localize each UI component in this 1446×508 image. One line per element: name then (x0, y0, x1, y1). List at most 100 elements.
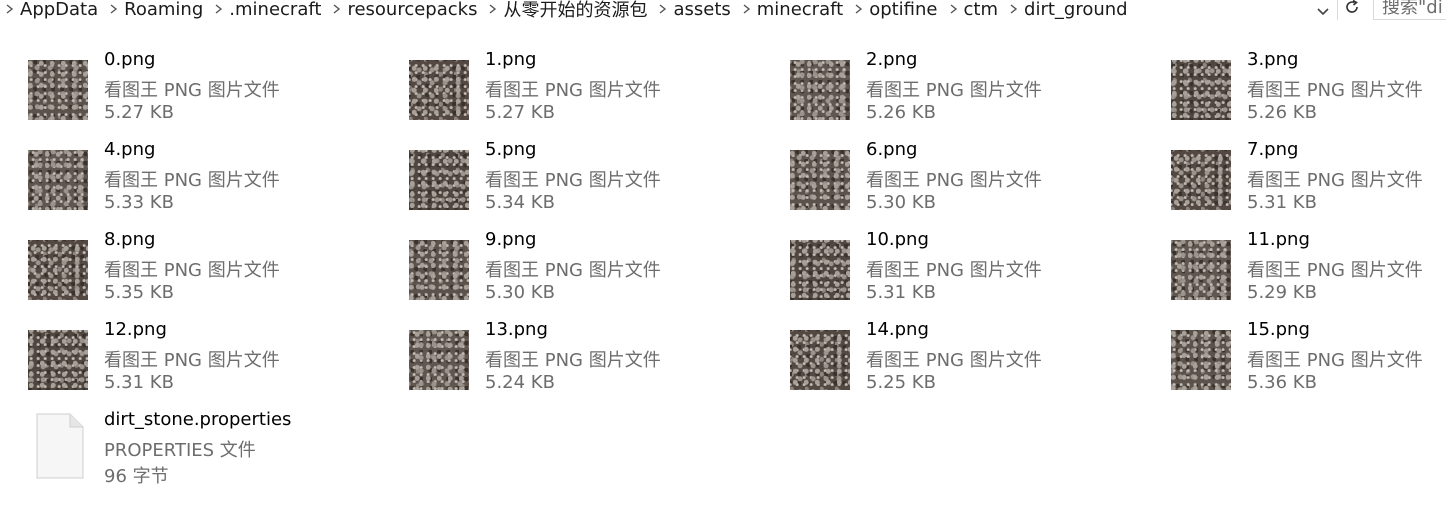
file-item[interactable]: 11.png 看图王 PNG 图片文件 5.29 KB (1143, 229, 1443, 315)
file-size: 5.26 KB (866, 102, 936, 123)
chevron-right-icon[interactable] (737, 4, 757, 14)
file-name: dirt_stone.properties (104, 409, 292, 430)
breadcrumb-item-roaming[interactable]: Roaming (124, 0, 209, 20)
file-size: 5.36 KB (1247, 372, 1317, 393)
image-thumbnail (28, 60, 88, 120)
image-thumbnail (1171, 330, 1231, 390)
file-type: 看图王 PNG 图片文件 (866, 260, 1042, 281)
chevron-right-icon[interactable] (653, 4, 673, 14)
chevron-down-icon (1317, 1, 1329, 20)
file-item[interactable]: 3.png 看图王 PNG 图片文件 5.26 KB (1143, 49, 1443, 135)
file-name: 2.png (866, 49, 918, 70)
file-item[interactable]: 15.png 看图王 PNG 图片文件 5.36 KB (1143, 319, 1443, 405)
file-item[interactable]: 1.png 看图王 PNG 图片文件 5.27 KB (381, 49, 741, 135)
breadcrumb-item-minecraft-dir[interactable]: .minecraft (229, 0, 327, 20)
file-size: 5.33 KB (104, 192, 174, 213)
file-size: 5.24 KB (485, 372, 555, 393)
file-item[interactable]: 13.png 看图王 PNG 图片文件 5.24 KB (381, 319, 741, 405)
file-size: 5.26 KB (1247, 102, 1317, 123)
file-type: 看图王 PNG 图片文件 (1247, 170, 1423, 191)
image-thumbnail (790, 60, 850, 120)
file-size: 5.27 KB (104, 102, 174, 123)
file-name: 14.png (866, 319, 929, 340)
file-type: 看图王 PNG 图片文件 (485, 260, 661, 281)
file-item[interactable]: 9.png 看图王 PNG 图片文件 5.30 KB (381, 229, 741, 315)
image-thumbnail (28, 330, 88, 390)
chevron-right-icon[interactable] (483, 4, 503, 14)
file-type: 看图王 PNG 图片文件 (104, 80, 280, 101)
file-name: 10.png (866, 229, 929, 250)
file-size: 5.34 KB (485, 192, 555, 213)
breadcrumb-item-assets[interactable]: assets (673, 0, 736, 20)
file-item[interactable]: 7.png 看图王 PNG 图片文件 5.31 KB (1143, 139, 1443, 225)
address-history-button[interactable] (1311, 0, 1335, 20)
file-name: 4.png (104, 139, 156, 160)
breadcrumb-item-ctm[interactable]: ctm (964, 0, 1005, 20)
chevron-right-icon[interactable] (1004, 4, 1024, 14)
chevron-right-icon[interactable] (104, 4, 124, 14)
breadcrumb-item-minecraft[interactable]: minecraft (757, 0, 849, 20)
file-size: 5.31 KB (104, 372, 174, 393)
file-size: 5.25 KB (866, 372, 936, 393)
file-size: 5.31 KB (1247, 192, 1317, 213)
search-input[interactable]: 搜索"di (1373, 0, 1446, 20)
file-size: 5.29 KB (1247, 282, 1317, 303)
chevron-right-icon[interactable] (209, 4, 229, 14)
file-item[interactable]: 4.png 看图王 PNG 图片文件 5.33 KB (0, 139, 360, 225)
file-type: 看图王 PNG 图片文件 (104, 260, 280, 281)
file-size: 5.30 KB (485, 282, 555, 303)
image-thumbnail (409, 60, 469, 120)
file-name: 0.png (104, 49, 156, 70)
file-item[interactable]: dirt_stone.properties PROPERTIES 文件 96 字… (0, 409, 360, 495)
breadcrumb-item-pack[interactable]: 从零开始的资源包 (503, 0, 653, 21)
image-thumbnail (409, 330, 469, 390)
image-thumbnail (28, 150, 88, 210)
breadcrumb-item-dirt-ground[interactable]: dirt_ground (1024, 0, 1134, 20)
file-item[interactable]: 14.png 看图王 PNG 图片文件 5.25 KB (762, 319, 1122, 405)
file-type: PROPERTIES 文件 (104, 440, 256, 461)
file-item[interactable]: 5.png 看图王 PNG 图片文件 5.34 KB (381, 139, 741, 225)
file-type: 看图王 PNG 图片文件 (104, 350, 280, 371)
file-name: 13.png (485, 319, 548, 340)
file-name: 12.png (104, 319, 167, 340)
file-name: 11.png (1247, 229, 1310, 250)
refresh-icon (1344, 0, 1360, 19)
file-size: 5.30 KB (866, 192, 936, 213)
image-thumbnail (1171, 150, 1231, 210)
image-thumbnail (409, 150, 469, 210)
file-name: 15.png (1247, 319, 1310, 340)
document-icon (36, 413, 84, 479)
file-size: 5.31 KB (866, 282, 936, 303)
file-size: 96 字节 (104, 466, 169, 487)
file-name: 1.png (485, 49, 537, 70)
file-name: 5.png (485, 139, 537, 160)
file-type: 看图王 PNG 图片文件 (104, 170, 280, 191)
chevron-right-icon[interactable] (849, 4, 869, 14)
breadcrumb: AppData Roaming .minecraft resourcepacks… (0, 0, 1308, 21)
chevron-right-icon[interactable] (327, 4, 347, 14)
breadcrumb-item-optifine[interactable]: optifine (869, 0, 943, 20)
breadcrumb-item-resourcepacks[interactable]: resourcepacks (347, 0, 483, 20)
file-type: 看图王 PNG 图片文件 (485, 80, 661, 101)
file-item[interactable]: 6.png 看图王 PNG 图片文件 5.30 KB (762, 139, 1122, 225)
image-thumbnail (1171, 60, 1231, 120)
file-item[interactable]: 8.png 看图王 PNG 图片文件 5.35 KB (0, 229, 360, 315)
file-name: 6.png (866, 139, 918, 160)
image-thumbnail (790, 150, 850, 210)
image-thumbnail (790, 330, 850, 390)
image-thumbnail (28, 240, 88, 300)
file-type: 看图王 PNG 图片文件 (1247, 350, 1423, 371)
file-item[interactable]: 12.png 看图王 PNG 图片文件 5.31 KB (0, 319, 360, 405)
file-type: 看图王 PNG 图片文件 (1247, 260, 1423, 281)
breadcrumb-item-appdata[interactable]: AppData (20, 0, 104, 20)
file-size: 5.35 KB (104, 282, 174, 303)
chevron-right-icon[interactable] (0, 4, 20, 14)
file-type: 看图王 PNG 图片文件 (485, 350, 661, 371)
file-name: 8.png (104, 229, 156, 250)
file-item[interactable]: 0.png 看图王 PNG 图片文件 5.27 KB (0, 49, 360, 135)
chevron-right-icon[interactable] (944, 4, 964, 14)
refresh-button[interactable] (1337, 0, 1366, 20)
file-name: 9.png (485, 229, 537, 250)
file-item[interactable]: 10.png 看图王 PNG 图片文件 5.31 KB (762, 229, 1122, 315)
file-item[interactable]: 2.png 看图王 PNG 图片文件 5.26 KB (762, 49, 1122, 135)
